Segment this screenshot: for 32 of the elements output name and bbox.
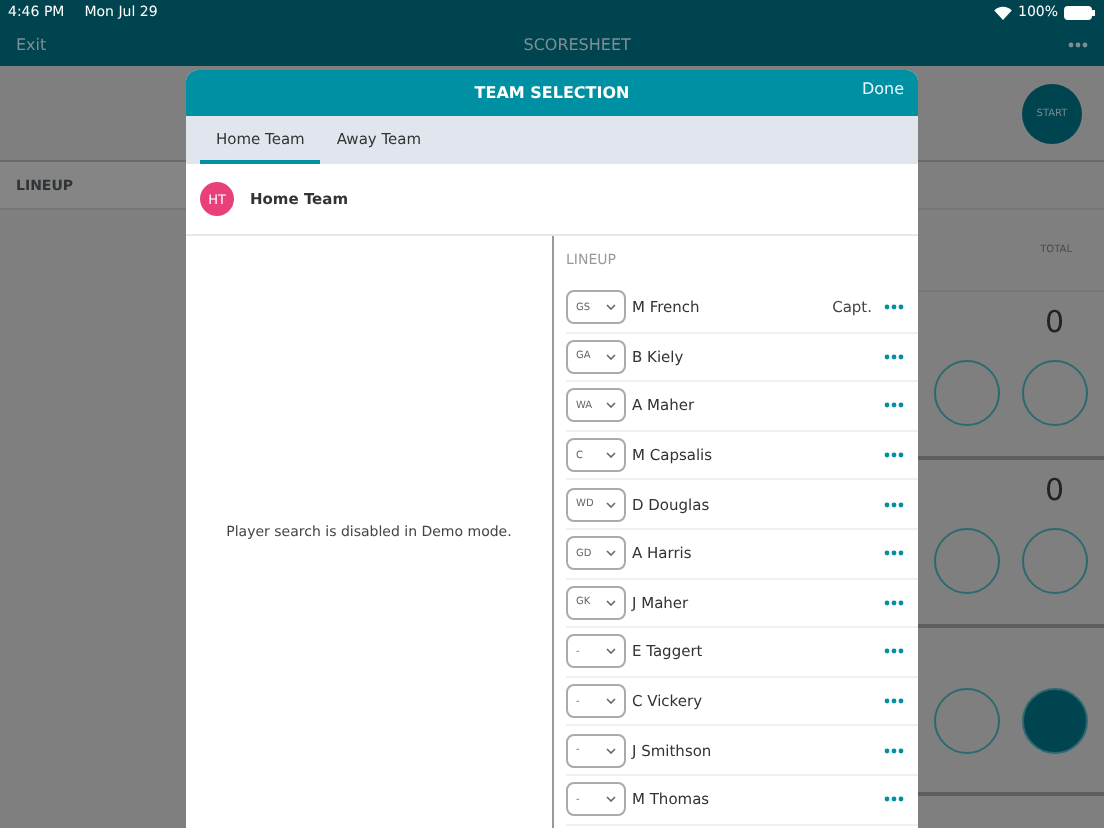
more-options-icon[interactable] — [884, 501, 904, 508]
chevron-down-icon — [606, 501, 616, 508]
chevron-down-icon — [606, 452, 616, 459]
more-options-icon[interactable] — [884, 452, 904, 459]
more-options-icon[interactable] — [884, 648, 904, 655]
chevron-down-icon — [606, 698, 616, 705]
score-circle[interactable] — [1022, 688, 1088, 754]
chevron-down-icon — [606, 550, 616, 557]
more-options-icon[interactable] — [884, 796, 904, 803]
more-options-icon[interactable] — [884, 402, 904, 409]
done-button[interactable]: Done — [861, 80, 904, 98]
score-value: 0 — [1044, 304, 1066, 340]
wifi-icon — [993, 5, 1012, 19]
chevron-down-icon — [606, 648, 616, 655]
dialog-title: TEAM SELECTION — [474, 84, 630, 102]
chevron-down-icon — [606, 599, 616, 606]
chevron-down-icon — [606, 304, 616, 311]
more-options-icon[interactable] — [884, 747, 904, 754]
chevron-down-icon — [606, 747, 616, 754]
chevron-down-icon — [606, 796, 616, 803]
chevron-down-icon — [606, 353, 616, 360]
exit-link[interactable]: Exit — [16, 36, 47, 54]
more-options-icon[interactable] — [884, 698, 904, 705]
screen-title: SCORESHEET — [521, 36, 631, 54]
more-options-icon[interactable] — [884, 353, 904, 360]
more-options-icon[interactable] — [884, 304, 904, 311]
more-options-icon[interactable] — [884, 550, 904, 557]
more-options-icon[interactable] — [884, 599, 904, 606]
more-menu-icon[interactable] — [1067, 42, 1088, 48]
battery-icon — [1064, 5, 1096, 19]
score-value: 0 — [1044, 472, 1066, 508]
chevron-down-icon — [606, 402, 616, 409]
